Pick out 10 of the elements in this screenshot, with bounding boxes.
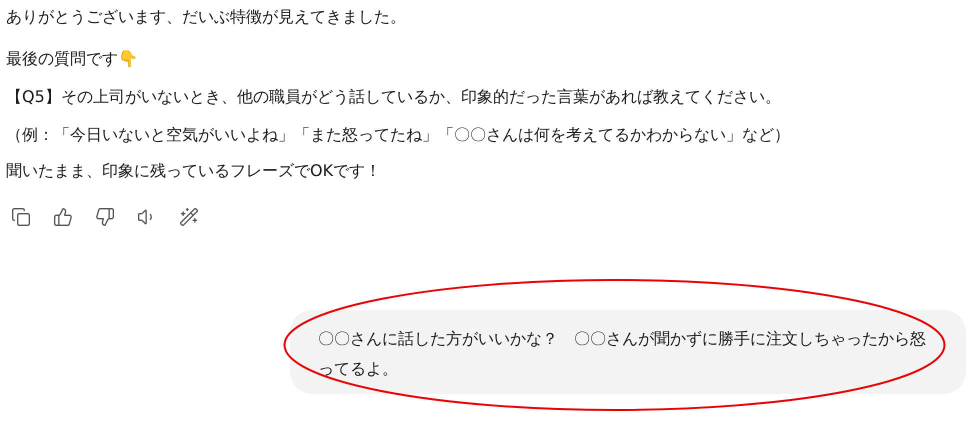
message-text: 【Q5】その上司がいないとき、他の職員がどう話しているか、印象的だった言葉があれば教えてください。 bbox=[6, 86, 782, 108]
message-text: ありがとうございます、だいぶ特徴が見えてきました。 bbox=[6, 6, 407, 28]
pencil-sparkle-button[interactable] bbox=[178, 206, 200, 228]
message-text: （例：「今日いないと空気がいいよね」「また怒ってたね」「〇〇さんは何を考えてるかわからない」など） bbox=[6, 124, 791, 146]
message-text: 聞いたまま、印象に残っているフレーズでOKです！ bbox=[6, 160, 382, 182]
copy-button[interactable] bbox=[10, 206, 32, 228]
message-text: 最後の質問です👇 bbox=[6, 48, 139, 70]
user-message-bubble: 〇〇さんに話した方がいいかな？ 〇〇さんが聞かずに勝手に注文しちゃったから怒ってるよ。 bbox=[290, 310, 966, 394]
thumbs-up-button[interactable] bbox=[52, 206, 74, 228]
thumbs-down-button[interactable] bbox=[94, 206, 116, 228]
